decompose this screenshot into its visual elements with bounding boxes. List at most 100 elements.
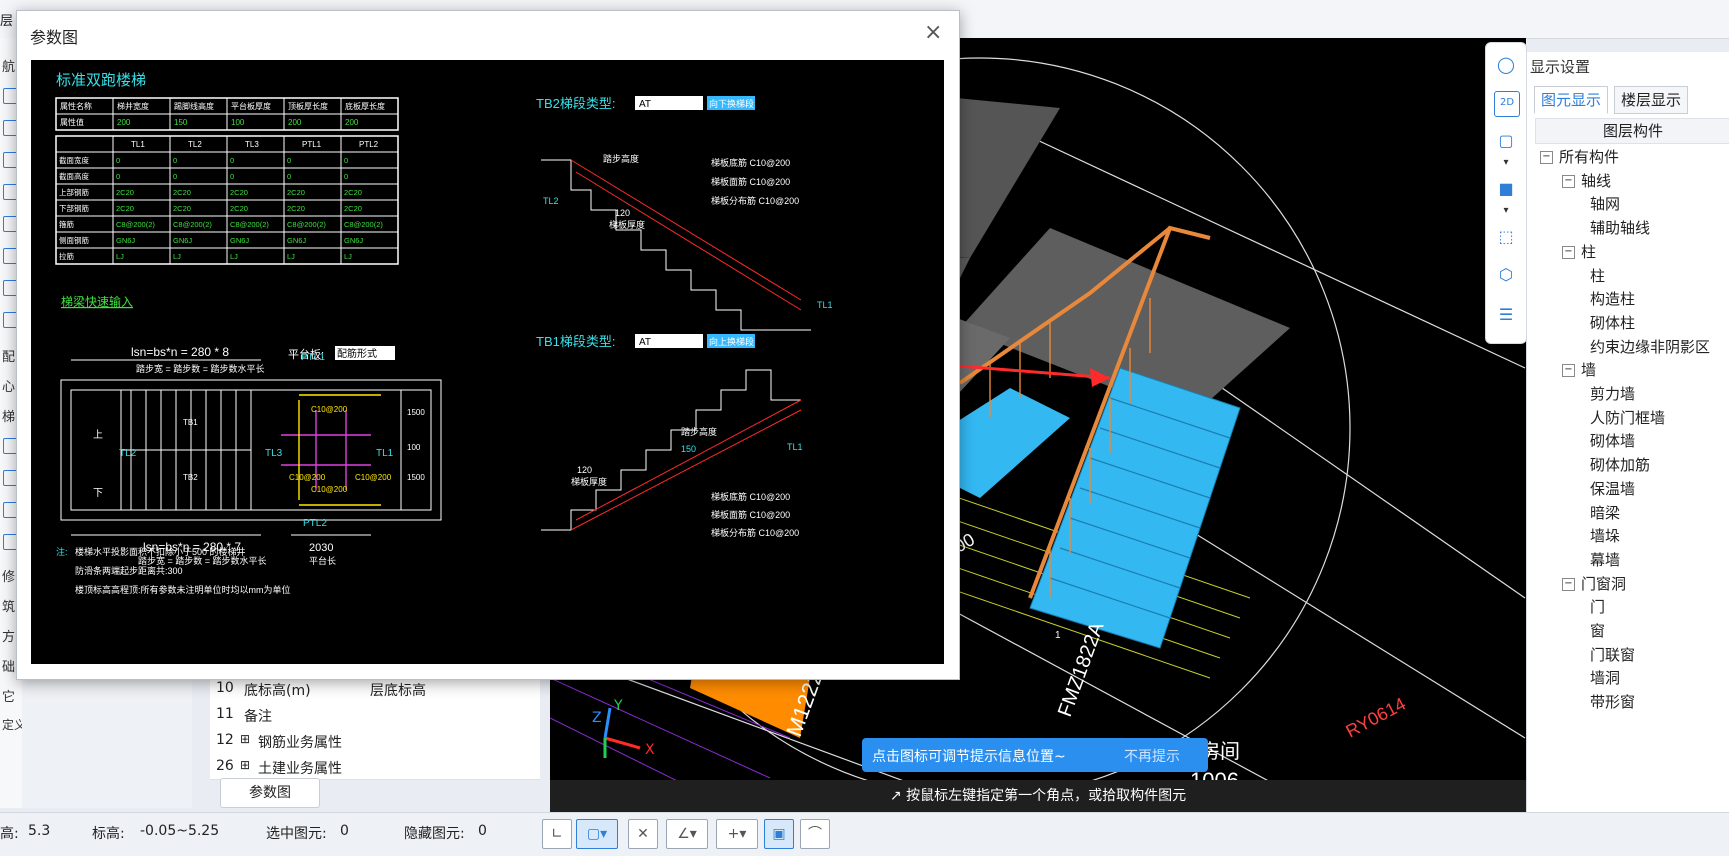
hide-element-icon[interactable]: ⬡ [1494, 263, 1518, 287]
table-cell: 0 [344, 156, 348, 165]
tree-node[interactable]: 门联窗 [1584, 644, 1635, 665]
cube-view-icon[interactable]: ▢ [1494, 129, 1518, 153]
table-header: TL2 [188, 140, 202, 149]
table-cell: 0 [116, 156, 120, 165]
tree-node[interactable]: 剪力墙 [1584, 383, 1635, 404]
tree-node[interactable]: 约束边缘非阴影区 [1584, 336, 1710, 357]
table-cell: 2C20 [116, 188, 134, 197]
hint-tooltip: 点击图标可调节提示信息位置~ 不再提示 [862, 738, 1208, 772]
orbit-icon[interactable]: ◯ [1494, 53, 1518, 77]
expand-icon[interactable]: ⊞ [240, 732, 250, 746]
tree-node[interactable]: 带形窗 [1584, 691, 1635, 712]
svg-text:梯板面筋 C10@200: 梯板面筋 C10@200 [711, 176, 790, 187]
label-dim-2: 1500 [407, 473, 425, 482]
table-cell: C8@200(2) [287, 220, 326, 229]
table-row[interactable]: 26 ⊞ 土建业务属性 [210, 753, 540, 780]
tree-node[interactable]: 窗 [1584, 620, 1605, 641]
table-row[interactable]: 12 ⊞ 钢筋业务属性 [210, 727, 540, 754]
collapse-icon[interactable]: − [1562, 364, 1575, 378]
table-cell: LJ [116, 252, 124, 261]
svg-text:TL1: TL1 [817, 300, 833, 310]
table-cell: GN6J [173, 236, 192, 245]
table-cell: 平台板厚度 [231, 101, 271, 111]
chevron-down-icon[interactable]: ▾ [1494, 199, 1518, 223]
tree-node[interactable]: 墙洞 [1584, 667, 1620, 688]
tab-floor-display[interactable]: 楼层显示 [1614, 86, 1689, 114]
display-settings-icon[interactable]: ☰ [1494, 303, 1518, 327]
tree-node[interactable]: 人防门框墙 [1584, 407, 1665, 428]
angle-icon[interactable]: ∠▾ [666, 819, 708, 849]
collapse-icon[interactable]: − [1540, 151, 1553, 164]
tb1-type-value: AT [639, 337, 651, 348]
hidden-count: 0 [478, 823, 487, 839]
tree-node[interactable]: − 轴线 [1562, 170, 1611, 191]
tree-node[interactable]: 构造柱 [1584, 288, 1635, 309]
tree-node[interactable]: 砌体加筋 [1584, 454, 1650, 475]
table-cell: C8@200(2) [173, 220, 212, 229]
chevron-down-icon[interactable]: ▾ [1494, 151, 1518, 175]
beam-quick-input-link[interactable]: 梯梁快速输入 [61, 294, 133, 309]
tree-node[interactable]: 门 [1584, 596, 1605, 617]
formula-top-sub: 踏步宽 = 踏步数 = 踏步数水平长 [136, 363, 265, 374]
nav-label-9[interactable]: 它 [2, 686, 22, 705]
beam-table: TL1 TL2 TL3 PTL1 PTL2 截面宽度 0 0 0 0 0 截面高度 0 0 0 0 0 上部钢筋 2… [55, 135, 399, 265]
table-cell: C8@200(2) [230, 220, 269, 229]
footnote-line-3: 楼顶标高高程顶:所有参数未注明单位时均以mm为单位 [75, 584, 291, 595]
platform-length: 2030 [309, 542, 333, 554]
tree-node-label: 人防门框墙 [1590, 408, 1666, 427]
tree-node[interactable]: 砌体柱 [1584, 312, 1635, 333]
tree-node[interactable]: 轴网 [1584, 193, 1620, 214]
collapse-icon[interactable]: − [1562, 174, 1575, 188]
tree-node[interactable]: − 墙 [1562, 359, 1596, 380]
tree-node[interactable]: 墙垛 [1584, 525, 1620, 546]
expand-icon[interactable]: ⊞ [240, 758, 250, 772]
dismiss-hint-link[interactable]: 不再提示 [1124, 746, 1180, 766]
table-cell: 0 [287, 156, 291, 165]
tree-node[interactable]: 暗梁 [1584, 502, 1620, 523]
table-row[interactable]: 11 备注 [210, 701, 540, 728]
cross-icon[interactable]: ✕ [628, 819, 658, 849]
snap-icon[interactable]: ▢▾ [576, 819, 618, 849]
table-cell: 下部钢筋 [59, 203, 89, 213]
tree-node-label: 柱 [1590, 266, 1606, 285]
parameter-drawing-svg: 标准双跑楼梯 属性名称 梯井宽度 踢脚线高度 平台板厚度 顶板厚长度 底板厚长度属性值 20… [55, 72, 833, 595]
tree-node-label: 构造柱 [1590, 290, 1636, 309]
table-cell: GN6J [344, 236, 363, 245]
tree-node-label: 轴网 [1590, 195, 1621, 214]
label-rebar-3: C10@200 [289, 473, 326, 482]
table-header: PTL1 [302, 140, 322, 149]
tree-node[interactable]: 保温墙 [1584, 478, 1635, 499]
tree-node[interactable]: 辅助轴线 [1584, 217, 1650, 238]
tab-element-display[interactable]: 图元显示 [1534, 86, 1609, 114]
tb1-profile [541, 369, 801, 531]
close-icon[interactable]: × [924, 20, 942, 45]
2d-view-icon[interactable]: 2D [1494, 91, 1520, 117]
tb1-label: TB1梯段类型: [536, 334, 615, 349]
arc-icon[interactable]: ⌒ [800, 819, 830, 849]
tree-node[interactable]: − 门窗洞 [1562, 573, 1626, 594]
tree-node[interactable]: 砌体墙 [1584, 430, 1635, 451]
collapse-icon[interactable]: − [1562, 245, 1575, 259]
table-cell: 0 [344, 172, 348, 181]
ortho-icon[interactable]: ∟ [542, 819, 572, 849]
label-tl2: TL2 [119, 448, 137, 459]
tree-node[interactable]: − 柱 [1562, 241, 1596, 262]
tree-node[interactable]: − 所有构件 [1540, 146, 1619, 167]
shaded-cube-icon[interactable]: ■ [1494, 177, 1518, 201]
command-prompt: 按鼠标左键指定第一个角点，或拾取构件图元 [906, 788, 1187, 804]
formula-top: lsn=bs*n = 280 * 8 [131, 345, 229, 359]
tree-node[interactable]: 幕墙 [1584, 549, 1620, 570]
collapse-icon[interactable]: − [1562, 577, 1575, 591]
label-dim-3: 100 [407, 443, 421, 452]
table-cell: LJ [287, 252, 295, 261]
parameter-diagram-button[interactable]: 参数图 [220, 778, 320, 808]
table-cell: 属性值 [60, 117, 84, 127]
tree-node-label: 墙垛 [1590, 527, 1621, 546]
tree-node-label: 剪力墙 [1590, 385, 1636, 403]
zoom-extent-icon[interactable]: ⬚ [1494, 225, 1518, 249]
dynamic-input-icon[interactable]: ▣ [764, 819, 794, 849]
command-prompt-bar: ↗ 按鼠标左键指定第一个角点，或拾取构件图元 [550, 780, 1526, 812]
tree-node[interactable]: 柱 [1584, 265, 1605, 286]
tb2-label: TB2梯段类型: [536, 96, 615, 111]
offset-icon[interactable]: +▾ [716, 819, 758, 849]
